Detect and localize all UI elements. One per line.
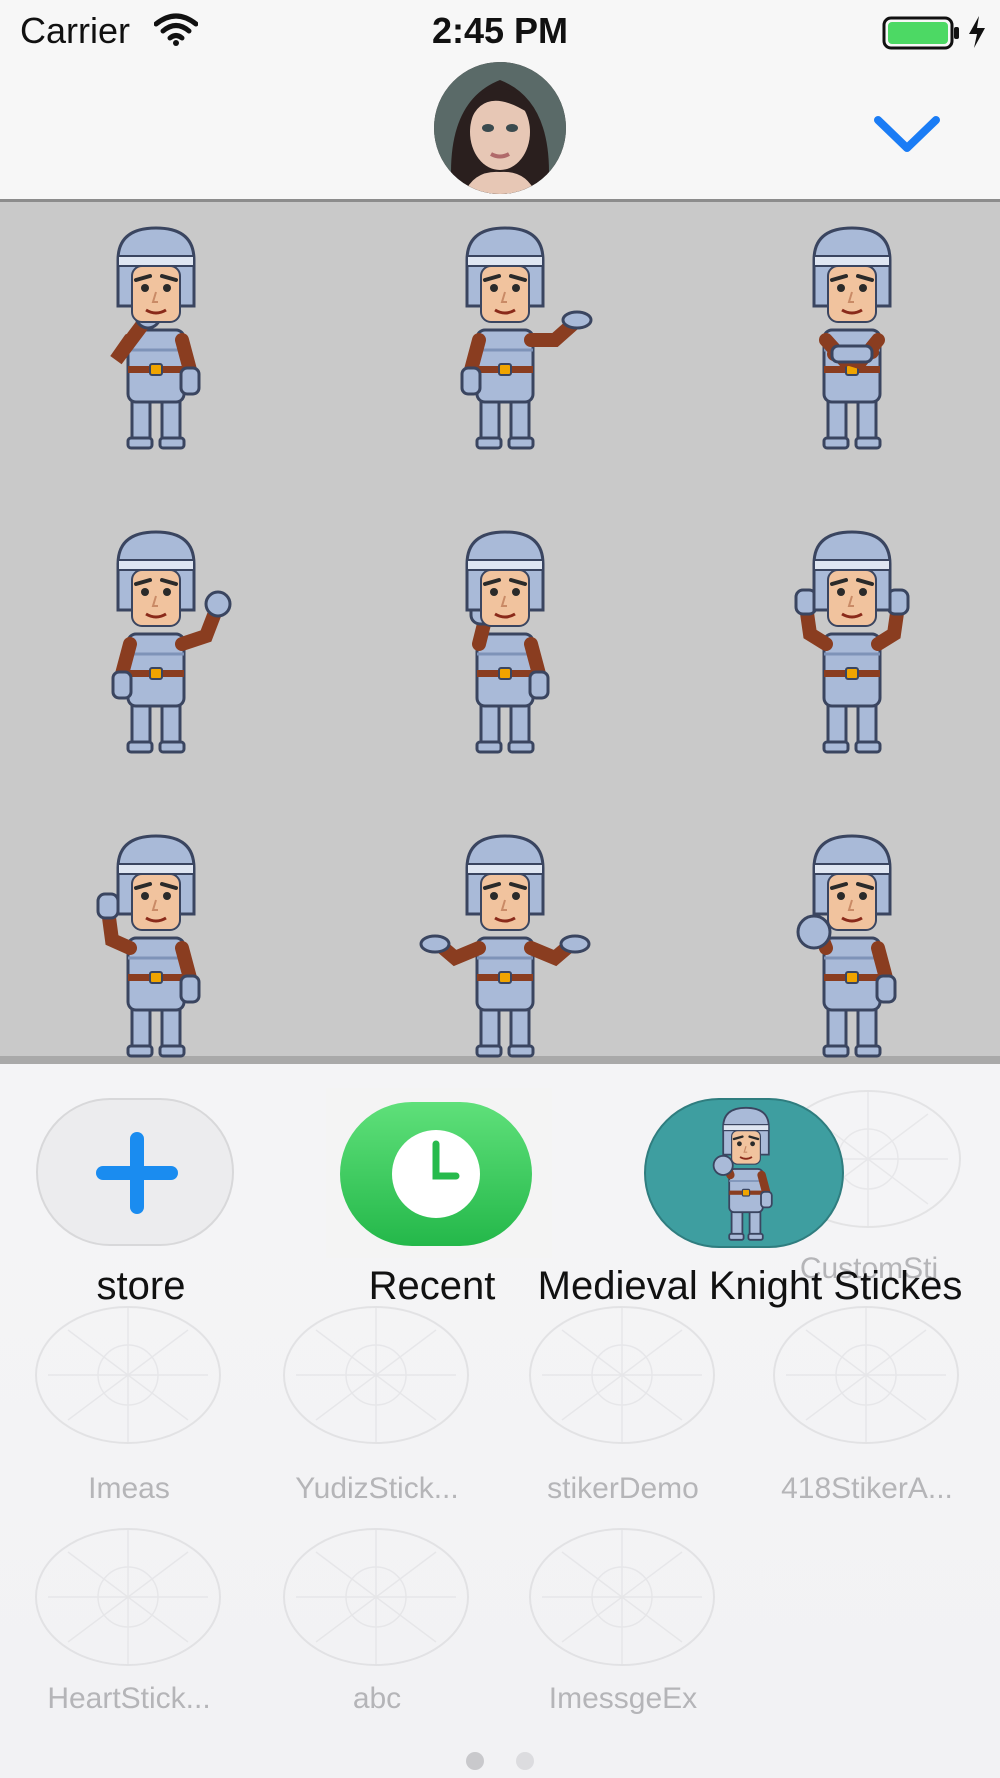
app-drawer: CustomSti Imeas YudizStick... stikerDemo… [0, 1072, 1000, 1778]
ghost-app-label: ImessgeEx [548, 1682, 698, 1715]
knight-sticker-icon [460, 226, 593, 450]
charging-icon [969, 16, 985, 48]
medieval-knight-label: Medieval Knight Stickes [537, 1264, 963, 1308]
knight-sticker-stop-hand[interactable] [405, 524, 605, 764]
knight-sticker-icon [96, 834, 201, 1058]
ghost-app-icon [522, 1522, 722, 1677]
knight-sticker-shrugging[interactable] [405, 828, 605, 1068]
ghost-app-icon [276, 1300, 476, 1455]
medieval-knight-app-button[interactable] [644, 1098, 844, 1248]
ghost-app-label: HeartStick... [47, 1682, 211, 1715]
ghost-app-label: abc [352, 1682, 402, 1715]
knight-sticker-presenting[interactable] [405, 220, 605, 460]
chevron-down-icon[interactable] [872, 110, 942, 160]
knight-sticker-icon [465, 530, 550, 754]
ghost-app-icon [276, 1522, 476, 1677]
messages-app-screen: Carrier 2:45 PM CustomSti Imeas YudizSti… [0, 0, 1000, 1778]
knight-sticker-icon [812, 226, 892, 450]
knight-sticker-arms-crossed[interactable] [752, 220, 952, 460]
knight-sticker-icon [419, 834, 591, 1058]
avatar-portrait [434, 62, 566, 194]
ghost-app-icon [522, 1300, 722, 1455]
clock-icon [392, 1130, 480, 1218]
ghost-app-label: YudizStick... [295, 1472, 459, 1505]
knight-sticker-icon [712, 1106, 773, 1241]
store-label: store [96, 1264, 186, 1308]
ghost-app-icon [766, 1300, 966, 1455]
contact-avatar[interactable] [434, 62, 566, 194]
ghost-app-icon [28, 1300, 228, 1455]
page-dot[interactable] [466, 1752, 484, 1770]
knight-sticker-icon [110, 226, 201, 450]
plus-icon [96, 1132, 178, 1214]
knight-sticker-pointing[interactable] [752, 828, 952, 1068]
store-button[interactable] [36, 1098, 234, 1246]
ghost-app-label: 418StikerA... [781, 1472, 953, 1505]
recent-label: Recent [368, 1264, 496, 1308]
knight-sticker-icon [796, 834, 897, 1058]
ghost-app-icon [28, 1522, 228, 1677]
page-indicator[interactable] [0, 1752, 1000, 1772]
knight-sticker-celebrating[interactable] [752, 524, 952, 764]
recent-button[interactable] [326, 1088, 552, 1258]
knight-sticker-ok-gesture[interactable] [56, 524, 256, 764]
page-dot[interactable] [516, 1752, 534, 1770]
knight-sticker-icon [111, 530, 232, 754]
clock-time: 2:45 PM [431, 10, 569, 51]
knight-sticker-icon [794, 530, 910, 754]
ghost-app-label: stikerDemo [547, 1472, 699, 1505]
knight-sticker-thinking[interactable] [56, 220, 256, 460]
sticker-browser [0, 202, 1000, 1064]
knight-sticker-peace-sign[interactable] [56, 828, 256, 1068]
status-bar: Carrier 2:45 PM [0, 0, 1000, 62]
conversation-header [0, 62, 1000, 202]
ghost-app-label: Imeas [88, 1472, 170, 1505]
battery-icon [882, 16, 959, 50]
